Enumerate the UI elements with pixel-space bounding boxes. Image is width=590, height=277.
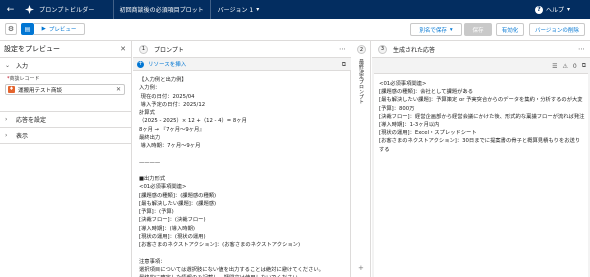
more-menu-icon[interactable]: ⋯ — [578, 45, 585, 53]
header-divider — [209, 0, 211, 19]
response-column: 3 生成された応答 ⋯ ☰ ⚠ 0 ⧉ <01必須事項関連> [課題感の種類]：… — [372, 41, 590, 277]
panel-title: 設定をプレビュー — [4, 45, 60, 53]
column-title: プロンプト — [154, 46, 184, 54]
response-settings-toggle[interactable]: › 応答を設定 — [0, 112, 131, 128]
help-icon: ? — [534, 5, 543, 14]
chevron-down-icon: ▾ — [566, 6, 570, 13]
clear-icon[interactable]: ✕ — [116, 86, 121, 93]
section-label: 表示 — [16, 133, 29, 140]
builder-toolbar: ⚙ ▤ ▶ プレビュー 別名で保存 ▾ 保存 有効化 バージョンの削除 — [0, 19, 590, 41]
chevron-down-icon: ▾ — [449, 26, 453, 33]
preview-settings-panel: 設定をプレビュー ✕ ⌄ 入力 *商談レコード ♦ 運搬用テスト商談 ✕ › 応… — [0, 41, 132, 277]
step-number: 3 — [378, 44, 387, 54]
section-label: 応答を設定 — [16, 117, 47, 124]
resolved-prompt-label: 最終決定プロンプト — [358, 59, 364, 104]
chevron-right-icon: › — [5, 132, 8, 139]
opportunity-icon: ♦ — [8, 86, 15, 93]
expand-icon[interactable]: + — [358, 264, 364, 272]
chevron-down-icon: ▾ — [256, 6, 260, 13]
record-value: 運搬用テスト商談 — [18, 87, 63, 94]
copy-icon[interactable]: ⧉ — [582, 62, 586, 70]
version-label: バージョン 1 — [217, 7, 254, 14]
step-number: 1 — [139, 44, 148, 54]
record-lookup-field[interactable]: ♦ 運搬用テスト商談 ✕ — [5, 84, 125, 95]
add-icon[interactable]: + — [137, 60, 144, 68]
column-title: 生成された応答 — [393, 46, 436, 54]
display-section-toggle[interactable]: › 表示 — [0, 128, 131, 144]
preview-button[interactable]: ▶ プレビュー — [34, 23, 85, 35]
field-label: *商談レコード — [7, 76, 40, 82]
close-icon[interactable]: ✕ — [120, 45, 126, 53]
insert-resource-bar: + リソースを挿入 ⧉ — [133, 58, 351, 71]
save-as-label: 別名で保存 — [419, 27, 447, 34]
insert-resource-button[interactable]: リソースを挿入 — [148, 60, 186, 68]
warning-icon[interactable]: ⚠ — [562, 63, 567, 70]
response-column-header: 3 生成された応答 ⋯ — [372, 41, 590, 58]
warning-count: 0 — [572, 62, 577, 70]
chevron-right-icon: › — [5, 116, 8, 123]
global-header: ← プロンプトビルダー 初回商談後の必須項目プロット バージョン 1 ▾ ? ヘ… — [0, 0, 590, 19]
app-title: プロンプトビルダー — [39, 7, 95, 14]
filter-icon[interactable]: ☰ — [552, 63, 557, 70]
help-label: ヘルプ — [545, 7, 564, 14]
resolved-prompt-column[interactable]: 2 最終決定プロンプト + — [352, 41, 371, 277]
prompt-builder-logo-icon — [24, 5, 34, 15]
preview-label: プレビュー — [48, 27, 77, 33]
layout-icon: ▤ — [24, 25, 31, 33]
prompt-column: 1 プロンプト ⋯ + リソースを挿入 ⧉ 【入力例と出力例】 入力例： 現在の… — [133, 41, 351, 277]
response-tools: ☰ ⚠ 0 ⧉ — [552, 62, 586, 70]
response-card: <01必須事項関連> [課題感の種類]：会社として課題がある [最も解決したい課… — [374, 73, 588, 277]
activate-button[interactable]: 有効化 — [496, 23, 524, 36]
version-dropdown[interactable]: バージョン 1 ▾ — [218, 5, 260, 14]
copy-icon[interactable]: ⧉ — [342, 61, 346, 69]
prompt-column-header: 1 プロンプト ⋯ — [133, 41, 351, 58]
step-number: 2 — [357, 45, 366, 54]
input-section-toggle[interactable]: ⌄ 入力 — [0, 58, 131, 74]
delete-version-button[interactable]: バージョンの削除 — [529, 23, 585, 36]
more-menu-icon[interactable]: ⋯ — [339, 45, 346, 53]
prompt-editor[interactable]: 【入力例と出力例】 入力例： 現在の日付：2025/04 導入予定の日付：202… — [139, 76, 344, 277]
panel-header: 設定をプレビュー ✕ — [0, 41, 131, 58]
play-icon: ▶ — [41, 26, 46, 32]
header-divider — [112, 0, 114, 19]
chevron-down-icon: ⌄ — [5, 62, 11, 69]
gear-icon: ⚙ — [7, 25, 15, 33]
help-menu[interactable]: ? ヘルプ ▾ — [534, 0, 570, 19]
back-arrow-icon[interactable]: ← — [4, 5, 17, 15]
section-label: 入力 — [16, 63, 29, 70]
settings-gear-button[interactable]: ⚙ — [5, 23, 17, 35]
save-as-button[interactable]: 別名で保存 ▾ — [410, 23, 462, 36]
layout-toggle-button[interactable]: ▤ — [21, 23, 34, 35]
generated-response-text: <01必須事項関連> [課題感の種類]：会社として課題がある [最も解決したい課… — [379, 81, 585, 153]
input-section-body: *商談レコード ♦ 運搬用テスト商談 ✕ — [0, 74, 131, 112]
prompt-template-name: 初回商談後の必須項目プロット — [119, 7, 204, 14]
save-button[interactable]: 保存 — [464, 23, 492, 36]
